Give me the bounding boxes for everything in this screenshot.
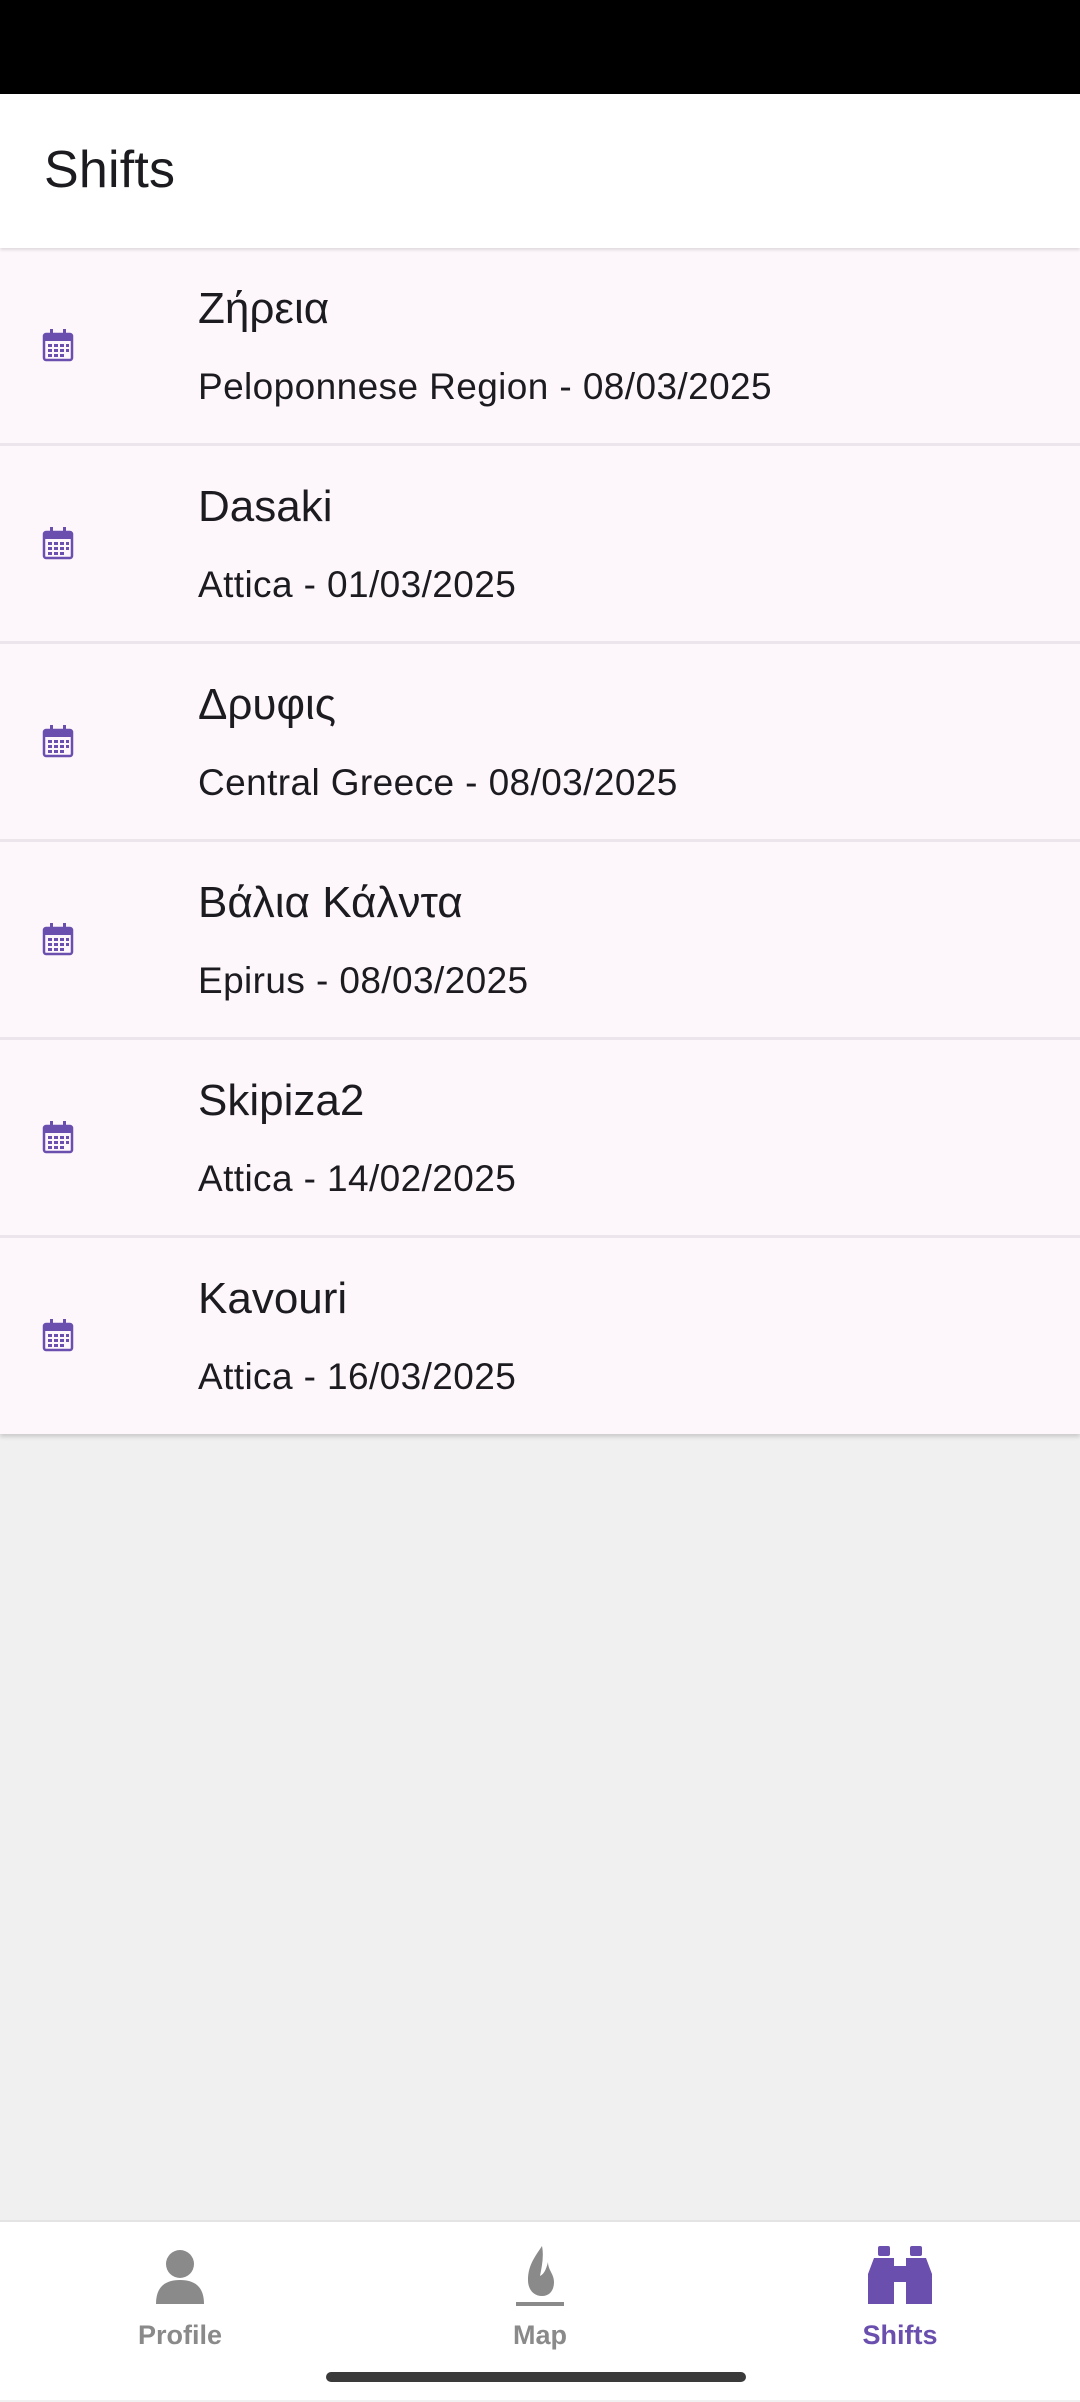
list-item[interactable]: Δρυφις Central Greece - 08/03/2025 — [0, 644, 1080, 842]
nav-item-profile[interactable]: Profile — [0, 2222, 360, 2402]
calendar-icon — [42, 1319, 74, 1352]
calendar-icon — [42, 1121, 74, 1154]
nav-label-profile: Profile — [137, 2320, 223, 2350]
nav-label-map: Map — [513, 2320, 567, 2350]
list-item[interactable]: Ζήρεια Peloponnese Region - 08/03/2025 — [0, 248, 1080, 446]
list-item[interactable]: Dasaki Attica - 01/03/2025 — [0, 446, 1080, 644]
shift-region-date: Peloponnese Region - 08/03/2025 — [198, 366, 773, 407]
shift-name: Δρυφις — [198, 680, 336, 729]
shift-name: Ζήρεια — [198, 284, 330, 333]
status-bar — [0, 0, 1080, 94]
calendar-icon — [42, 725, 74, 758]
calendar-icon — [42, 527, 74, 560]
shift-region-date: Epirus - 08/03/2025 — [198, 960, 529, 1001]
list-item[interactable]: Kavouri Attica - 16/03/2025 — [0, 1238, 1080, 1434]
nav-label-shifts: Shifts — [862, 2320, 938, 2350]
nav-item-shifts[interactable]: Shifts — [720, 2222, 1080, 2402]
person-icon — [156, 2250, 204, 2304]
shift-region-date: Attica - 16/03/2025 — [198, 1356, 517, 1397]
fire-icon — [516, 2246, 564, 2306]
home-indicator — [326, 2372, 746, 2382]
list-item[interactable]: Skipiza2 Attica - 14/02/2025 — [0, 1040, 1080, 1238]
shift-name: Kavouri — [198, 1274, 348, 1323]
calendar-icon — [42, 923, 74, 956]
shift-region-date: Attica - 14/02/2025 — [198, 1158, 517, 1199]
app-bar: Shifts — [0, 94, 1080, 248]
list-item[interactable]: Βάλια Κάλντα Epirus - 08/03/2025 — [0, 842, 1080, 1040]
binoculars-icon — [868, 2246, 932, 2304]
shift-region-date: Central Greece - 08/03/2025 — [198, 762, 678, 803]
calendar-icon — [42, 329, 74, 362]
shift-region-date: Attica - 01/03/2025 — [198, 564, 517, 605]
shift-name: Dasaki — [198, 482, 333, 531]
shift-list: Ζήρεια Peloponnese Region - 08/03/2025 D… — [0, 248, 1080, 1434]
shift-name: Skipiza2 — [198, 1076, 365, 1125]
shift-name: Βάλια Κάλντα — [198, 878, 463, 927]
page-title: Shifts — [44, 141, 176, 199]
